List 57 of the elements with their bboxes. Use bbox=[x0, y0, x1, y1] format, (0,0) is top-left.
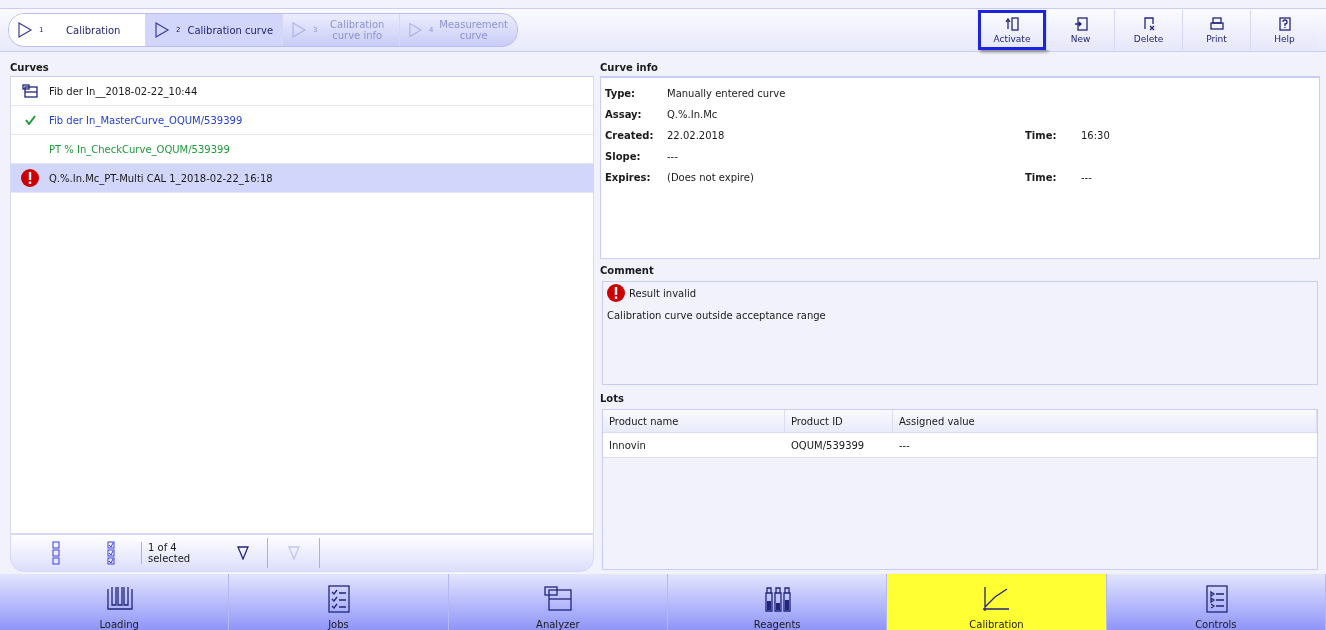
field-label: Time: bbox=[1025, 130, 1058, 141]
play-triangle-icon bbox=[291, 22, 307, 38]
printer-icon bbox=[1209, 16, 1224, 31]
curve-chart-icon bbox=[981, 585, 1012, 613]
play-triangle-icon bbox=[154, 22, 170, 38]
filter-icon bbox=[287, 546, 300, 560]
play-triangle-icon bbox=[17, 22, 33, 38]
nav-tab[interactable]: Loading bbox=[10, 574, 230, 630]
toolbar-button[interactable]: Activate bbox=[978, 10, 1046, 50]
field-value: --- bbox=[667, 151, 679, 162]
table-cell-text: OQUM/539399 bbox=[790, 438, 866, 453]
error-icon bbox=[21, 169, 39, 187]
status-text: Result invalid bbox=[629, 287, 697, 299]
curve-row[interactable]: Q.%.In.Mc_PT-Multi CAL 1_2018-02-22_16:18 bbox=[11, 164, 593, 193]
field-value: Manually entered curve bbox=[667, 88, 787, 99]
checked-boxes-icon bbox=[107, 541, 115, 565]
test-tubes-icon bbox=[104, 585, 135, 613]
table-cell-text: --- bbox=[898, 438, 911, 453]
comment-text: Calibration curve outside acceptance range bbox=[607, 310, 827, 322]
analyzer-icon bbox=[542, 585, 573, 613]
field-label: Time: bbox=[1025, 172, 1058, 183]
curve-name: Fib der In__2018-02-22_10:44 bbox=[49, 85, 198, 97]
field-label: Created: bbox=[605, 130, 655, 141]
field-label: Assay: bbox=[605, 109, 643, 120]
vials-icon bbox=[762, 585, 793, 613]
page-cross-icon bbox=[1141, 16, 1156, 31]
column-header[interactable]: Assigned value bbox=[893, 410, 1317, 433]
nav-tab[interactable]: Calibration bbox=[887, 574, 1107, 630]
column-header[interactable]: Product name bbox=[603, 410, 785, 433]
analyzer-icon bbox=[22, 84, 38, 98]
nav-tab[interactable]: Jobs bbox=[229, 574, 449, 630]
play-triangle-icon bbox=[408, 22, 423, 38]
curve-name: PT % In_CheckCurve_OQUM/539399 bbox=[49, 143, 230, 155]
curve-name: Fib der In_MasterCurve_OQUM/539399 bbox=[49, 114, 243, 126]
checkmark-icon bbox=[24, 115, 36, 125]
field-value: Q.%.In.Mc bbox=[667, 109, 719, 120]
nav-tab[interactable]: Reagents bbox=[668, 574, 888, 630]
filter-icon bbox=[236, 546, 249, 560]
help-icon bbox=[1277, 16, 1292, 31]
field-label: Expires: bbox=[605, 172, 652, 183]
nav-tab[interactable]: Analyzer bbox=[448, 574, 668, 630]
up-arrow-panel-icon bbox=[1005, 16, 1019, 31]
field-value: (Does not expire) bbox=[667, 172, 755, 183]
section-title: Lots bbox=[600, 392, 625, 407]
field-label: Type: bbox=[605, 88, 637, 99]
section-title: Comment bbox=[600, 264, 655, 279]
error-icon bbox=[607, 284, 625, 303]
curve-name: Q.%.In.Mc_PT-Multi CAL 1_2018-02-22_16:18 bbox=[49, 172, 273, 184]
selection-count: 1 of 4 selected bbox=[141, 542, 218, 564]
column-header[interactable]: Product ID bbox=[785, 410, 893, 433]
field-value: 22.02.2018 bbox=[667, 130, 726, 141]
table-cell-text: Innovin bbox=[608, 438, 647, 453]
nav-tab[interactable]: Controls bbox=[1106, 574, 1326, 630]
empty-boxes-icon bbox=[52, 541, 60, 565]
field-label: Slope: bbox=[605, 151, 642, 162]
field-value: --- bbox=[1081, 172, 1093, 183]
field-value: 16:30 bbox=[1081, 130, 1111, 141]
